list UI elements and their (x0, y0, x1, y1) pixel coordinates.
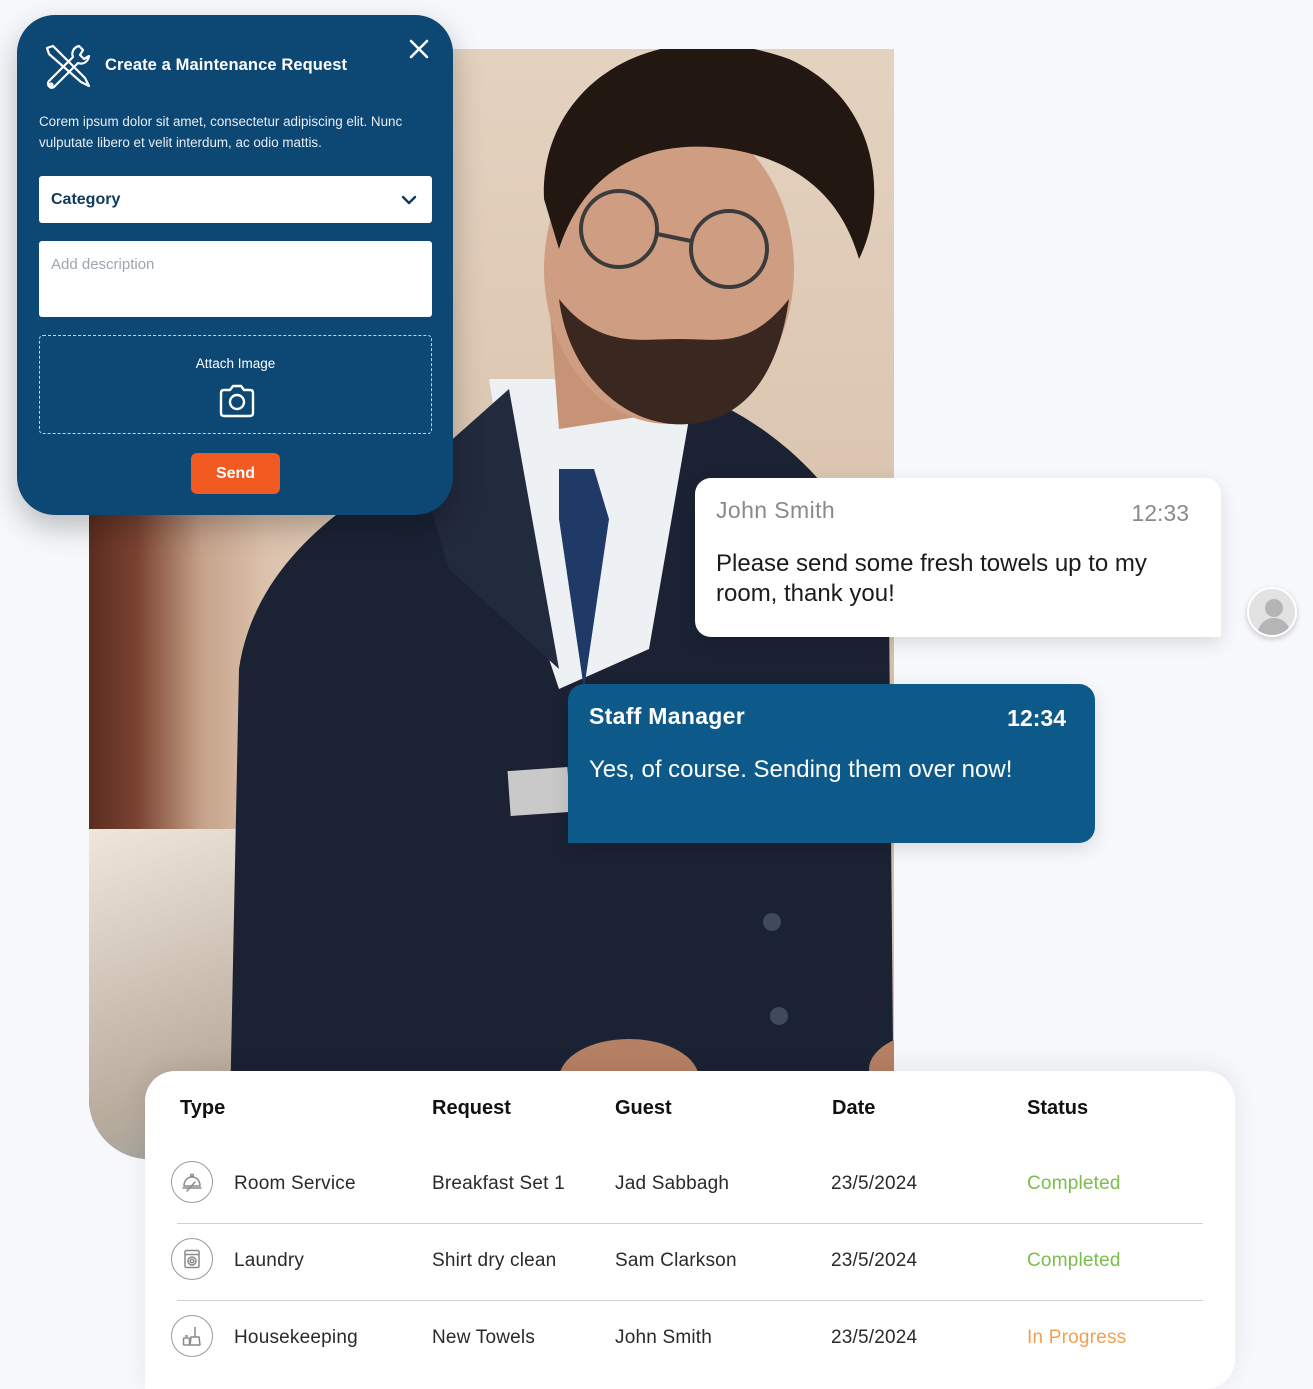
row-guest: Sam Clarkson (615, 1250, 737, 1271)
row-status: Completed (1027, 1250, 1121, 1271)
maintenance-title: Create a Maintenance Request (105, 56, 348, 74)
column-header-request: Request (432, 1097, 511, 1119)
row-date: 23/5/2024 (831, 1173, 918, 1194)
attach-image-dropzone[interactable]: Attach Image (39, 335, 432, 434)
housekeeping-icon (171, 1315, 213, 1357)
description-input[interactable] (39, 241, 432, 317)
column-header-date: Date (832, 1097, 876, 1119)
category-select-label: Category (51, 190, 121, 208)
maintenance-description: Corem ipsum dolor sit amet, consectetur … (39, 114, 403, 150)
row-status: Completed (1027, 1173, 1121, 1194)
user-avatar-icon (1257, 599, 1291, 635)
column-header-type: Type (180, 1097, 226, 1119)
close-icon[interactable] (405, 35, 433, 63)
column-header-guest: Guest (615, 1097, 672, 1119)
staff-name: Staff Manager (589, 703, 745, 729)
row-status: In Progress (1027, 1327, 1127, 1348)
staff-message-text: Yes, of course. Sending them over now! (589, 756, 1013, 783)
row-type: Room Service (234, 1173, 356, 1194)
guest-name: John Smith (716, 497, 836, 523)
row-date: 23/5/2024 (831, 1327, 918, 1348)
guest-message-bubble: John Smith 12:33 Please send some fresh … (695, 478, 1221, 637)
chevron-down-icon (401, 195, 417, 205)
avatar (1247, 587, 1297, 637)
row-request: Breakfast Set 1 (432, 1173, 565, 1194)
maintenance-request-card: Create a Maintenance Request Corem ipsum… (17, 15, 453, 515)
row-guest: Jad Sabbagh (615, 1173, 730, 1194)
staff-message-bubble: Staff Manager 12:34 Yes, of course. Send… (568, 684, 1095, 843)
room-service-icon (171, 1161, 213, 1203)
table-row[interactable]: Room Service Breakfast Set 1 Jad Sabbagh… (171, 1147, 1203, 1224)
requests-table: Type Request Guest Date Status Room Serv… (145, 1071, 1235, 1389)
row-type: Housekeeping (234, 1327, 358, 1348)
row-date: 23/5/2024 (831, 1250, 918, 1271)
row-request: New Towels (432, 1327, 536, 1348)
table-row[interactable]: Laundry Shirt dry clean Sam Clarkson 23/… (171, 1224, 1203, 1301)
guest-message-time: 12:33 (1131, 500, 1189, 526)
table-row[interactable]: Housekeeping New Towels John Smith 23/5/… (171, 1301, 1203, 1378)
staff-message-time: 12:34 (1007, 705, 1066, 731)
laundry-icon (171, 1238, 213, 1280)
tools-icon (45, 44, 91, 89)
category-select[interactable]: Category (39, 176, 432, 223)
send-button[interactable]: Send (191, 453, 280, 494)
camera-icon (219, 384, 255, 418)
row-guest: John Smith (615, 1327, 713, 1348)
guest-message-text: Please send some fresh towels up to my r… (716, 550, 1147, 607)
row-request: Shirt dry clean (432, 1250, 557, 1271)
row-type: Laundry (234, 1250, 305, 1271)
column-header-status: Status (1027, 1097, 1089, 1119)
attach-image-label: Attach Image (195, 356, 276, 371)
